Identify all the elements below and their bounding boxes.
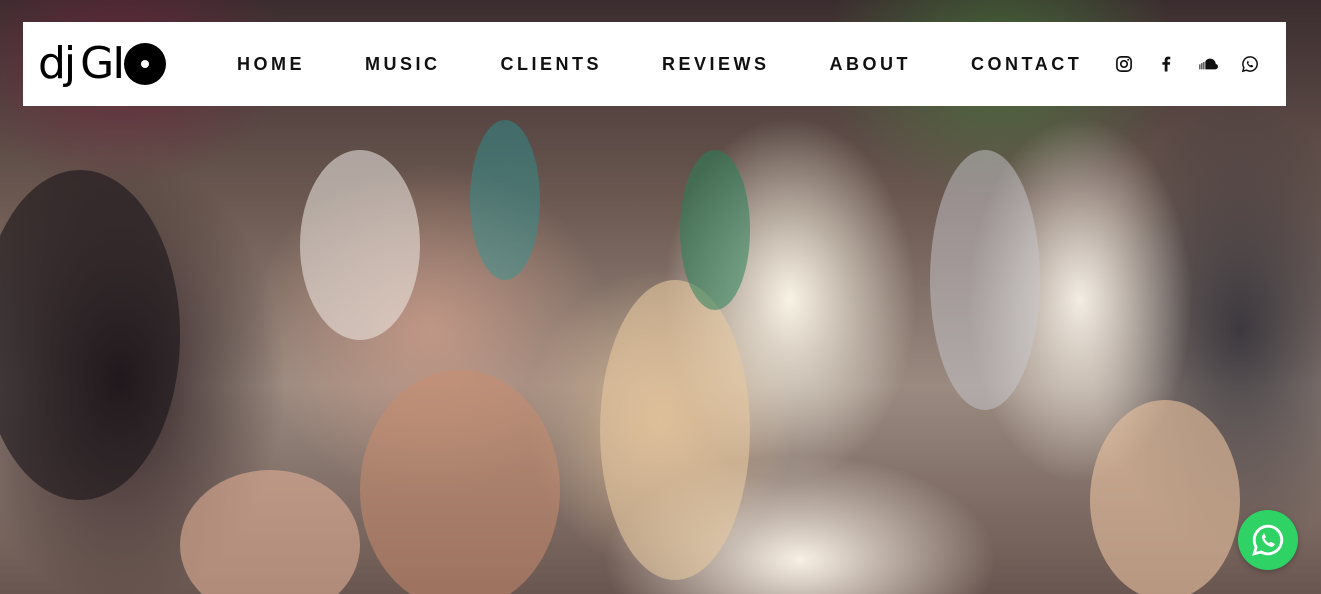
crowd-figure xyxy=(0,170,180,500)
crowd-figure xyxy=(680,150,750,310)
instagram-icon[interactable] xyxy=(1114,54,1134,74)
crowd-figure xyxy=(930,150,1040,410)
whatsapp-icon[interactable] xyxy=(1240,54,1260,74)
nav-about[interactable]: ABOUT xyxy=(830,54,912,75)
logo-text-gi: GI xyxy=(80,38,125,89)
site-header: dj GI HOME MUSIC CLIENTS REVIEWS ABOUT CO… xyxy=(23,22,1286,106)
nav-contact[interactable]: CONTACT xyxy=(971,54,1082,75)
crowd-figure xyxy=(180,470,360,594)
nav-clients[interactable]: CLIENTS xyxy=(501,54,603,75)
crowd-figure xyxy=(470,120,540,280)
crowd-figure xyxy=(1090,400,1240,594)
nav-music[interactable]: MUSIC xyxy=(365,54,441,75)
soundcloud-icon[interactable] xyxy=(1198,54,1218,74)
nav-reviews[interactable]: REVIEWS xyxy=(662,54,770,75)
logo-wordmark: dj GI xyxy=(38,42,125,86)
whatsapp-chat-button[interactable] xyxy=(1238,510,1298,570)
main-nav: HOME MUSIC CLIENTS REVIEWS ABOUT CONTACT xyxy=(237,22,1082,106)
logo-text-dj: dj xyxy=(38,38,76,89)
site-logo[interactable]: dj GI xyxy=(38,38,188,90)
whatsapp-icon xyxy=(1250,522,1286,558)
crowd-figure xyxy=(600,280,750,580)
social-links xyxy=(1114,22,1260,106)
vinyl-record-icon xyxy=(124,43,167,85)
crowd-figure xyxy=(300,150,420,340)
crowd-figure xyxy=(360,370,560,594)
facebook-icon[interactable] xyxy=(1156,54,1176,74)
nav-home[interactable]: HOME xyxy=(237,54,305,75)
